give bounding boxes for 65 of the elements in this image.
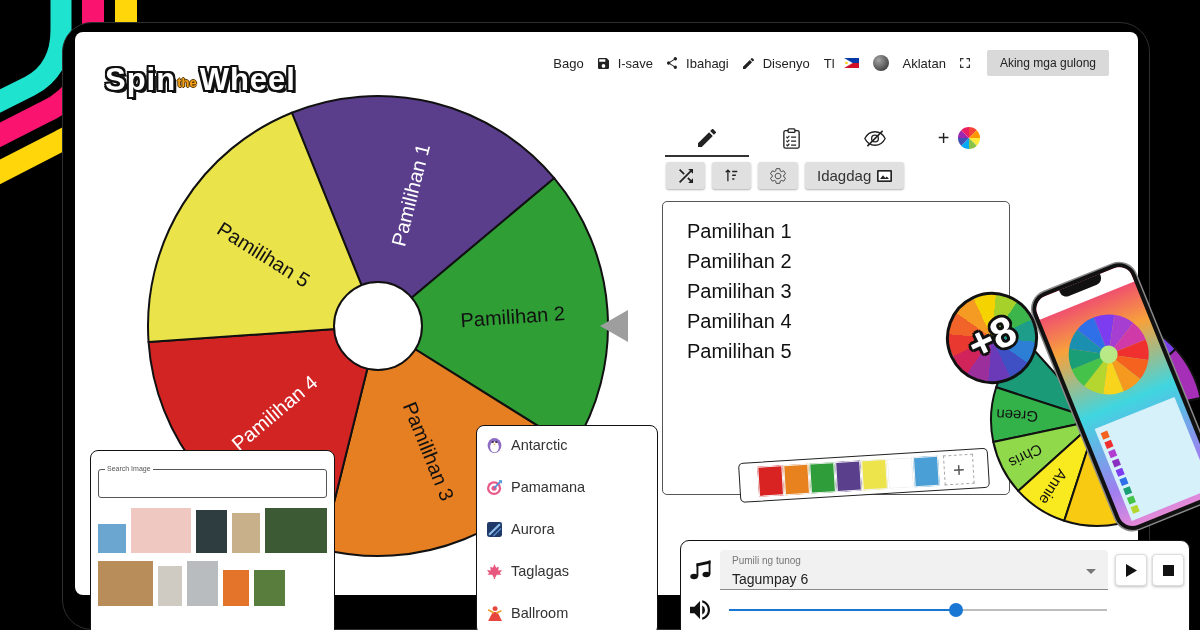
tile-icon [487,521,502,537]
color-swatch[interactable] [835,460,862,492]
sound-select[interactable]: Pumili ng tunog Tagumpay 6 [720,550,1108,590]
color-square [1111,458,1121,468]
color-square [1130,504,1140,514]
play-button[interactable] [1115,554,1147,586]
target-icon [487,479,502,495]
color-square [1126,495,1136,505]
music-note-icon [690,560,711,580]
shuffle-icon [678,168,693,183]
penguin-icon [487,437,502,453]
color-square [1104,439,1114,449]
color-wheel-icon [958,127,981,149]
save-icon [597,57,609,69]
color-square [1119,476,1129,487]
caret-icon [1086,569,1096,574]
share-icon [667,57,678,69]
dancer-icon [487,605,502,621]
pencil-icon [742,57,754,69]
color-swatch[interactable] [809,462,836,494]
slider-thumb[interactable] [948,603,963,617]
sort-icon [725,169,738,182]
color-swatch[interactable] [783,463,810,496]
library-button[interactable]: Aklatan [902,50,946,76]
stop-button[interactable] [1152,554,1184,586]
settings-button[interactable] [758,162,798,189]
menu-item[interactable]: Antarctic [487,430,572,460]
menu-item[interactable]: Aurora [487,514,559,544]
color-square [1123,486,1133,496]
flag-icon [843,58,859,68]
add-image-button[interactable]: Idagdag [805,162,905,189]
segment-label: Pamilihan 2 [459,302,566,332]
pencil-icon [698,129,716,147]
color-swatch[interactable] [887,457,914,489]
menu-item[interactable]: Taglagas [487,556,574,586]
color-swatch[interactable] [861,458,888,491]
sort-button[interactable] [712,162,751,189]
color-swatch[interactable] [913,455,940,488]
image-icon [877,169,893,182]
menu-item[interactable]: Ballroom [487,598,573,628]
save-button[interactable]: I-save [597,50,654,76]
shuffle-button[interactable] [666,162,705,189]
language-button[interactable]: Tl [823,50,859,76]
fullscreen-icon [959,58,970,68]
my-wheels-button[interactable]: Aking mga gulong [986,50,1109,76]
stop-icon [1162,564,1174,576]
color-square [1115,467,1125,477]
sphere-icon [872,55,889,71]
color-square [1108,449,1118,459]
color-square [1100,430,1110,440]
share-button[interactable]: Ibahagi [667,50,729,76]
clipboard-icon [782,127,800,149]
design-button[interactable]: Disenyo [742,50,810,76]
menu-item[interactable]: Pamamana [487,472,590,502]
leaf-icon [487,563,502,579]
play-icon [1125,563,1137,577]
volume-icon [690,600,710,620]
gear-icon [770,167,786,184]
color-swatch[interactable] [757,465,785,497]
new-button[interactable]: Bago [553,50,584,76]
segment-label: Pamilihan 1 [387,141,434,249]
pointer-icon [600,310,628,342]
color-theme-tab[interactable]: + [917,121,1001,157]
add-color-button[interactable]: + [942,453,975,486]
eye-slash-icon [864,129,886,147]
